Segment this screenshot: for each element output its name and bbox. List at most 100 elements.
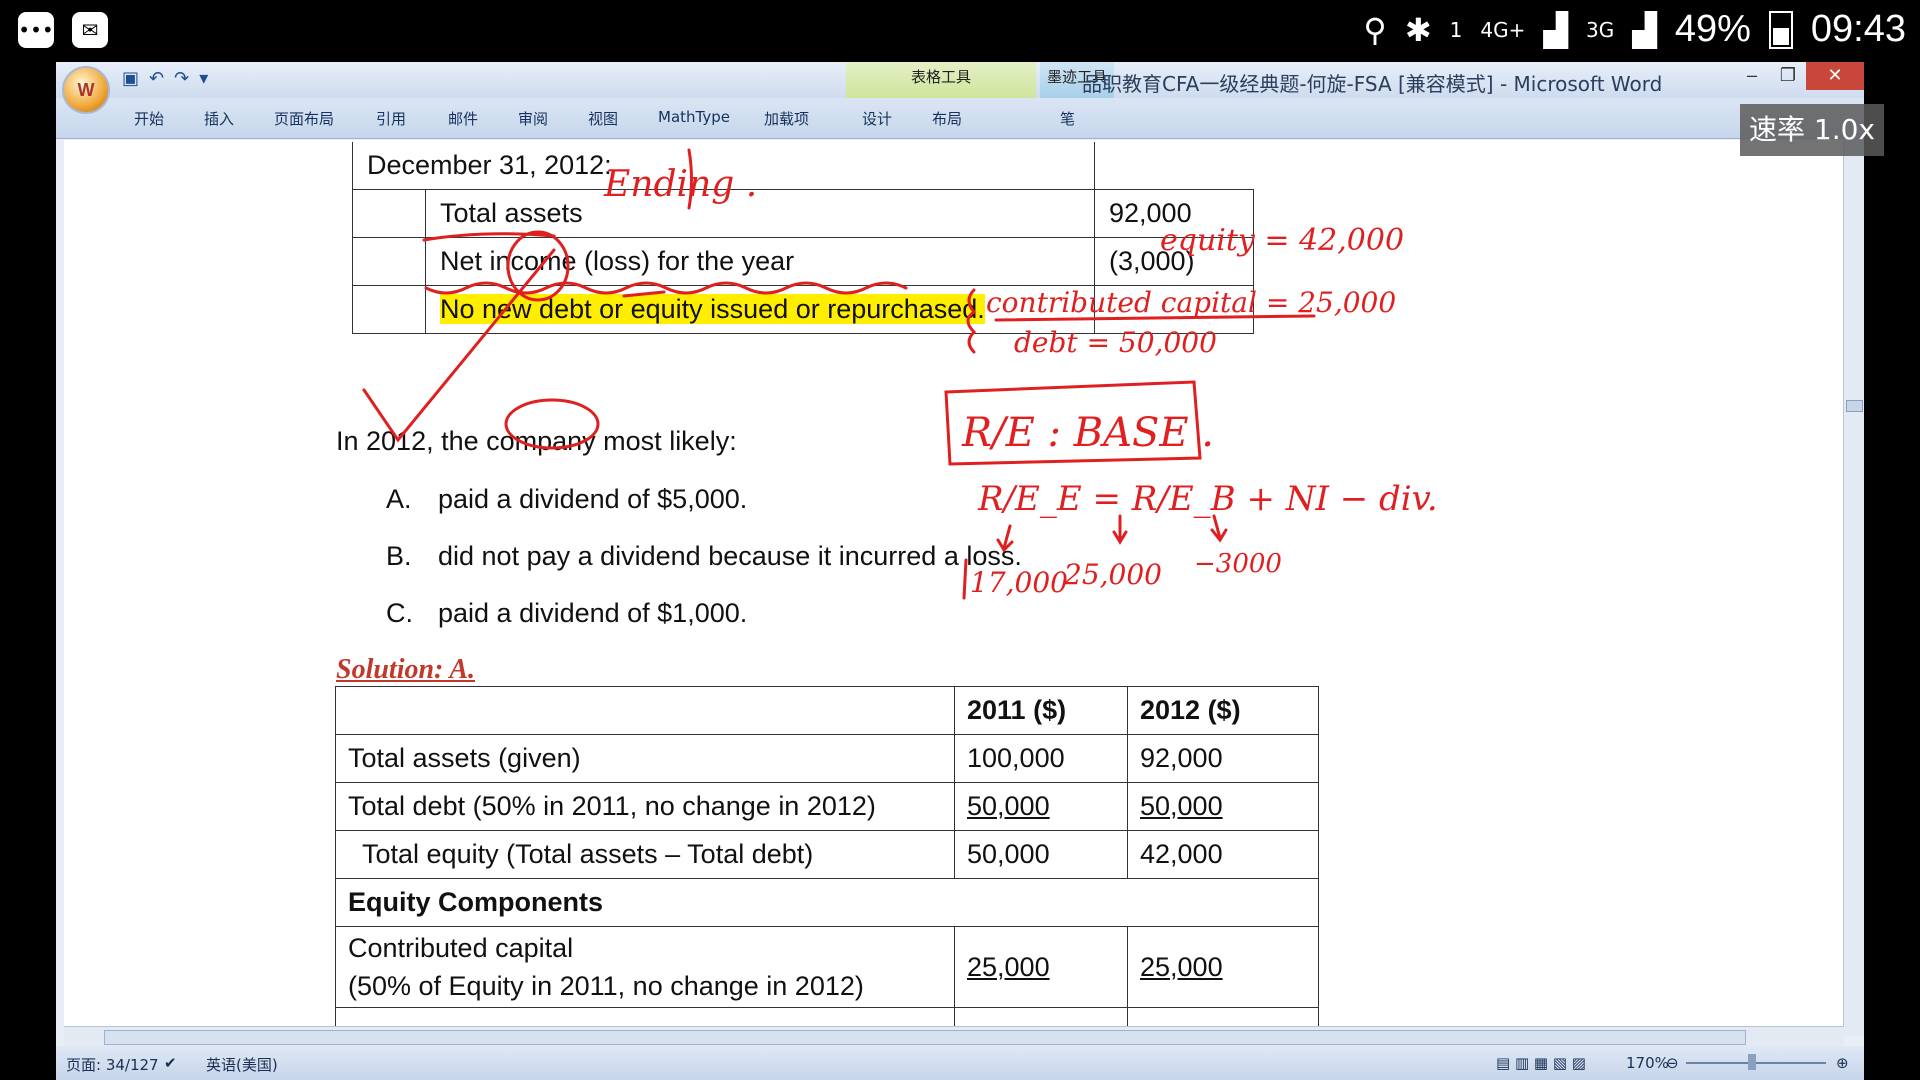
tab-mathtype[interactable]: MathType bbox=[658, 108, 730, 126]
table-row: Total equity (Total assets – Total debt)… bbox=[335, 830, 1319, 879]
table-section-header: Equity Components bbox=[335, 878, 1319, 927]
language-indicator[interactable]: 英语(美国) bbox=[206, 1054, 278, 1075]
message-icon: ••• bbox=[18, 12, 54, 48]
word-window: ▣ ↶ ↷ ▾ 表格工具 墨迹工具 品职教育CFA一级经典题-何旋-FSA [兼… bbox=[56, 62, 1864, 1080]
zoom-slider[interactable] bbox=[1686, 1062, 1826, 1064]
table-row: December 31, 2012: bbox=[352, 142, 1254, 190]
battery-percent: 49% bbox=[1674, 8, 1751, 50]
table-tools-context: 表格工具 bbox=[846, 62, 1036, 98]
table-cell: 50,000 bbox=[967, 791, 1050, 821]
tab-review[interactable]: 审阅 bbox=[518, 108, 548, 129]
network-4g-label: 4G+ bbox=[1480, 17, 1526, 42]
table-header: 2011 ($) bbox=[954, 686, 1128, 735]
table-cell: Total debt (50% in 2011, no change in 20… bbox=[335, 782, 955, 831]
table-cell: (3,000) bbox=[1094, 237, 1254, 286]
table-cell: 50,000 bbox=[954, 830, 1128, 879]
table-cell: 92,000 bbox=[1127, 734, 1319, 783]
zoom-out-icon[interactable]: ⊖ bbox=[1666, 1054, 1679, 1072]
office-button[interactable]: W bbox=[62, 66, 110, 114]
option-a-text: paid a dividend of $5,000. bbox=[438, 484, 748, 514]
network-3g-label: 3G bbox=[1586, 17, 1615, 42]
ink-formula: R/E_E = R/E_B + NI − div. bbox=[977, 479, 1438, 519]
minimize-icon[interactable]: – bbox=[1734, 62, 1770, 90]
tab-mailings[interactable]: 邮件 bbox=[448, 108, 478, 129]
solution-table: 2011 ($) 2012 ($) Total assets (given) 1… bbox=[335, 686, 1319, 1036]
table-header: 2012 ($) bbox=[1127, 686, 1319, 735]
playback-speed-badge[interactable]: 速率 1.0x bbox=[1740, 104, 1884, 156]
redo-icon[interactable]: ↷ bbox=[174, 68, 189, 89]
table-cell: Contributed capital bbox=[348, 933, 574, 963]
undo-icon[interactable]: ↶ bbox=[149, 68, 164, 89]
table-row: Equity Components bbox=[335, 878, 1319, 927]
option-b-text: did not pay a dividend because it incurr… bbox=[438, 541, 1022, 571]
question-text: In 2012, the company most likely: bbox=[336, 426, 737, 456]
signal-icon-2: ▟ bbox=[1632, 10, 1657, 49]
option-a-letter: A. bbox=[386, 484, 412, 514]
proofing-icon[interactable]: ✔ bbox=[164, 1054, 177, 1072]
solution-label: Solution: A. bbox=[336, 654, 476, 685]
zoom-slider-knob[interactable] bbox=[1748, 1054, 1756, 1070]
scroll-thumb[interactable] bbox=[104, 1030, 1746, 1045]
table-cell: 25,000 bbox=[1140, 951, 1223, 982]
highlighted-text: No new debt or equity issued or repurcha… bbox=[440, 294, 985, 324]
close-icon[interactable]: ✕ bbox=[1806, 62, 1864, 90]
tab-page-layout[interactable]: 页面布局 bbox=[274, 108, 334, 129]
scroll-thumb[interactable] bbox=[1846, 400, 1863, 412]
table-cell bbox=[1094, 285, 1254, 334]
option-b-letter: B. bbox=[386, 541, 412, 571]
table-cell: 50,000 bbox=[1140, 791, 1223, 821]
tab-addins[interactable]: 加载项 bbox=[764, 108, 809, 129]
zoom-level[interactable]: 170% bbox=[1626, 1054, 1669, 1072]
question-table: December 31, 2012: Total assets 92,000 N… bbox=[352, 142, 1254, 334]
tab-design[interactable]: 设计 bbox=[862, 108, 892, 129]
zoom-in-icon[interactable]: ⊕ bbox=[1836, 1054, 1849, 1072]
table-cell: Total equity (Total assets – Total debt) bbox=[335, 830, 955, 879]
bluetooth-icon: ✱ bbox=[1404, 10, 1432, 49]
location-icon: ⚲ bbox=[1363, 10, 1387, 49]
tab-insert[interactable]: 插入 bbox=[204, 108, 234, 129]
ink-re-base: R/E : BASE . bbox=[961, 410, 1214, 456]
tab-layout[interactable]: 布局 bbox=[932, 108, 962, 129]
table-row: Contributed capital (50% of Equity in 20… bbox=[335, 926, 1319, 1008]
table-row: Total debt (50% in 2011, no change in 20… bbox=[335, 782, 1319, 831]
table-row: No new debt or equity issued or repurcha… bbox=[352, 285, 1254, 334]
ink-re-begin: 25,000 bbox=[1063, 558, 1162, 591]
table-row: Net income (loss) for the year (3,000) bbox=[352, 237, 1254, 286]
horizontal-scrollbar[interactable] bbox=[64, 1026, 1844, 1047]
table-row: Total assets (given) 100,000 92,000 bbox=[335, 734, 1319, 783]
page-count[interactable]: 页面: 34/127 bbox=[66, 1054, 159, 1075]
table-cell: Total assets (given) bbox=[335, 734, 955, 783]
title-bar: ▣ ↶ ↷ ▾ 表格工具 墨迹工具 品职教育CFA一级经典题-何旋-FSA [兼… bbox=[56, 62, 1864, 98]
wechat-icon: ✉ bbox=[72, 12, 108, 48]
table-cell: Net income (loss) for the year bbox=[425, 237, 1095, 286]
table-row: Total assets 92,000 bbox=[352, 189, 1254, 238]
table-header bbox=[335, 686, 955, 735]
table-cell: 100,000 bbox=[954, 734, 1128, 783]
battery-icon bbox=[1768, 10, 1793, 49]
word-status-bar: 页面: 34/127 ✔ 英语(美国) ▤ ▥ ▦ ▧ ▨ 170% ⊖ ⊕ bbox=[56, 1046, 1864, 1080]
qat-dropdown-icon[interactable]: ▾ bbox=[199, 68, 208, 89]
table-cell: 25,000 bbox=[967, 951, 1050, 982]
ink-ni: −3000 bbox=[1194, 549, 1282, 579]
ribbon-tabs: 开始 插入 页面布局 引用 邮件 审阅 视图 MathType 加载项 设计 布… bbox=[56, 98, 1864, 139]
table-cell: Total assets bbox=[425, 189, 1095, 238]
tab-references[interactable]: 引用 bbox=[376, 108, 406, 129]
save-icon[interactable]: ▣ bbox=[122, 68, 139, 89]
view-mode-icons[interactable]: ▤ ▥ ▦ ▧ ▨ bbox=[1496, 1054, 1586, 1072]
restore-icon[interactable]: ❐ bbox=[1770, 62, 1806, 90]
table-row: 2011 ($) 2012 ($) bbox=[335, 686, 1319, 735]
option-c-text: paid a dividend of $1,000. bbox=[438, 598, 748, 628]
quick-access-toolbar: ▣ ↶ ↷ ▾ bbox=[122, 68, 208, 89]
date-heading: December 31, 2012: bbox=[352, 142, 1095, 190]
tab-view[interactable]: 视图 bbox=[588, 108, 618, 129]
phone-status-bar: ••• ✉ ⚲ ✱ 1 4G+ ▟ 3G ▟ 49% 09:43 bbox=[0, 0, 1920, 62]
tab-home[interactable]: 开始 bbox=[134, 108, 164, 129]
vertical-scrollbar[interactable] bbox=[1843, 140, 1864, 1036]
table-cell: (50% of Equity in 2011, no change in 201… bbox=[348, 971, 864, 1001]
ink-stroke bbox=[944, 380, 1202, 466]
clock: 09:43 bbox=[1810, 8, 1906, 50]
option-c-letter: C. bbox=[386, 598, 413, 628]
sim-indicator: 1 bbox=[1449, 17, 1463, 42]
tab-pen[interactable]: 笔 bbox=[1060, 108, 1075, 129]
document-page[interactable]: December 31, 2012: Total assets 92,000 N… bbox=[64, 140, 1844, 1036]
